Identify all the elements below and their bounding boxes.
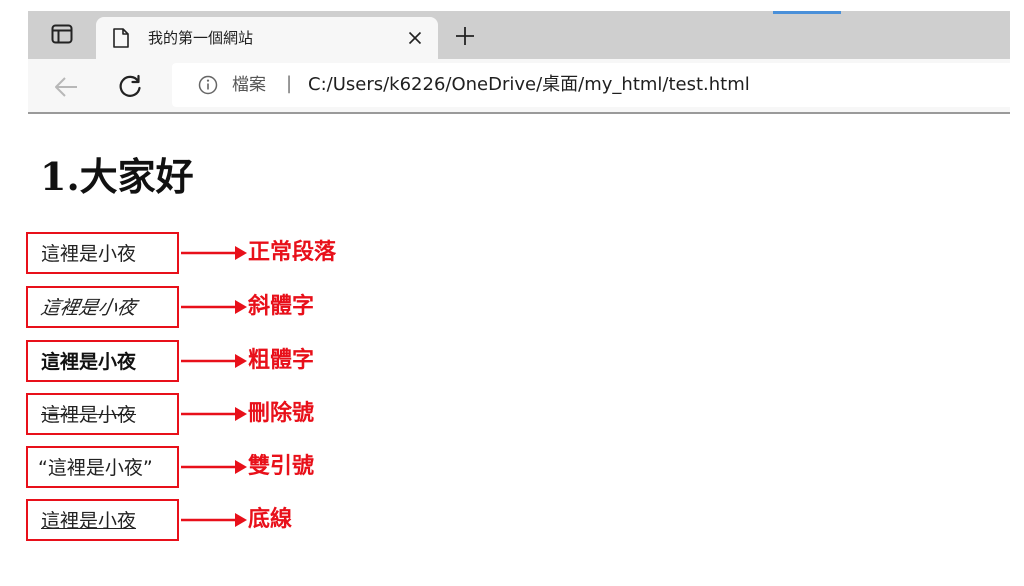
- address-bar[interactable]: 檔案 | C:/Users/k6226/OneDrive/桌面/my_html/…: [172, 63, 1010, 107]
- label-bold: 粗體字: [248, 348, 315, 373]
- back-button[interactable]: [50, 71, 82, 103]
- example-row: 這裡是小夜 粗體字: [26, 340, 386, 382]
- tab-actions-button[interactable]: [28, 11, 96, 57]
- arrow-icon: [181, 354, 247, 368]
- example-row: 這裡是小夜 正常段落: [26, 232, 386, 274]
- example-row: 這裡是小夜 斜體字: [26, 286, 386, 328]
- label-normal: 正常段落: [248, 240, 337, 265]
- example-row: “這裡是小夜” 雙引號: [26, 446, 386, 488]
- arrow-icon: [181, 513, 247, 527]
- tab-title: 我的第一個網站: [148, 29, 254, 47]
- address-divider: |: [286, 73, 293, 94]
- arrow-icon: [181, 460, 247, 474]
- label-strikethrough: 刪除號: [248, 401, 315, 426]
- back-arrow-icon: [55, 77, 77, 97]
- sample-italic-text: 這裡是小夜: [39, 297, 138, 319]
- sample-strikethrough-text: 這裡是小夜: [41, 404, 137, 426]
- plus-icon: [456, 27, 474, 45]
- sample-box: 這裡是小夜: [26, 232, 179, 274]
- label-italic: 斜體字: [248, 294, 315, 319]
- sample-box: 這裡是小夜: [26, 286, 179, 328]
- info-icon[interactable]: [198, 75, 218, 95]
- page-heading: 1.大家好: [40, 154, 194, 199]
- example-row: 這裡是小夜 刪除號: [26, 393, 386, 435]
- sample-normal-text: 這裡是小夜: [41, 243, 137, 265]
- site-info-label: 檔案: [232, 75, 266, 95]
- tab-active[interactable]: 我的第一個網站: [96, 17, 438, 59]
- sample-underline-text: 這裡是小夜: [41, 510, 137, 532]
- reload-icon: [119, 74, 141, 97]
- document-icon: [113, 28, 129, 48]
- tab-accent-bar: [773, 11, 841, 14]
- sample-box: “這裡是小夜”: [26, 446, 179, 488]
- tab-close-button[interactable]: [406, 29, 424, 47]
- sample-quoted-text: “這裡是小夜”: [38, 457, 153, 479]
- example-row: 這裡是小夜 底線: [26, 499, 386, 541]
- arrow-icon: [181, 407, 247, 421]
- new-tab-button[interactable]: [451, 22, 479, 50]
- arrow-icon: [181, 246, 247, 260]
- navigation-toolbar: 檔案 | C:/Users/k6226/OneDrive/桌面/my_html/…: [28, 59, 1010, 113]
- close-icon: [408, 31, 422, 45]
- chrome-bottom-border: [28, 112, 1010, 114]
- arrow-icon: [181, 300, 247, 314]
- tab-strip: 我的第一個網站: [28, 11, 1010, 59]
- label-underline: 底線: [248, 507, 293, 532]
- reload-button[interactable]: [114, 71, 146, 103]
- sample-bold-text: 這裡是小夜: [41, 351, 137, 373]
- sample-box: 這裡是小夜: [26, 340, 179, 382]
- browser-chrome: 我的第一個網站 檔案 | C:/Users/k6226/OneDrive/桌面/…: [28, 11, 1010, 114]
- label-quoted: 雙引號: [248, 454, 315, 479]
- url-text[interactable]: C:/Users/k6226/OneDrive/桌面/my_html/test.…: [308, 74, 750, 96]
- sample-box: 這裡是小夜: [26, 499, 179, 541]
- sample-box: 這裡是小夜: [26, 393, 179, 435]
- tab-actions-icon: [51, 24, 73, 44]
